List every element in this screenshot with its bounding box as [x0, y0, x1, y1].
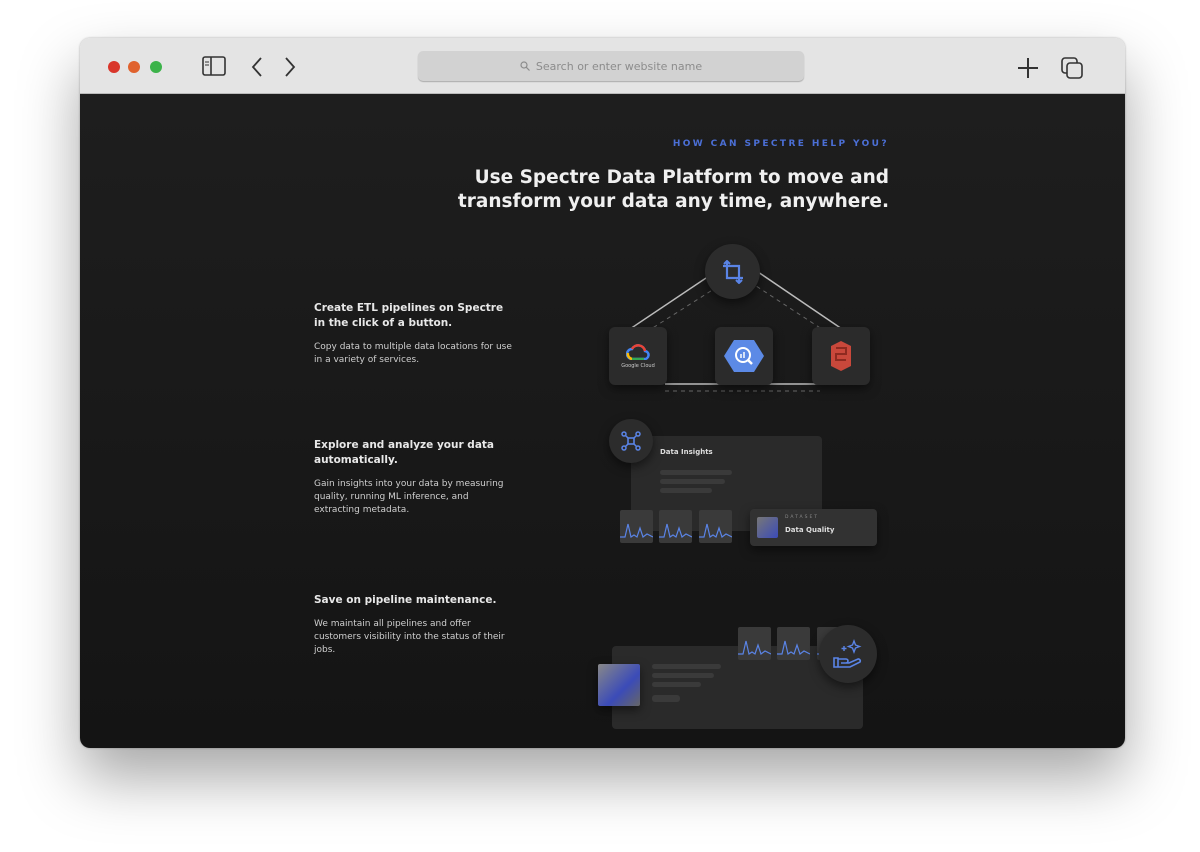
- support-node: [819, 625, 877, 683]
- bigquery-icon: [724, 340, 764, 372]
- search-icon: [520, 61, 530, 71]
- dataset-label: DATASET: [785, 515, 820, 520]
- address-bar[interactable]: Search or enter website name: [418, 51, 804, 81]
- feature-title: Create ETL pipelines on Spectre in the c…: [314, 302, 504, 329]
- sparkline-icon: [738, 640, 772, 655]
- sparkline-icon: [620, 523, 654, 538]
- back-icon[interactable]: [251, 57, 263, 77]
- transform-node: [705, 244, 760, 299]
- placeholder-line: [652, 664, 721, 669]
- aws-s3-icon: [831, 341, 851, 371]
- section-eyebrow: HOW CAN SPECTRE HELP YOU?: [672, 139, 889, 149]
- sparkline-icon: [699, 523, 733, 538]
- google-cloud-node: Google Cloud: [609, 327, 667, 385]
- feature-etl: Create ETL pipelines on Spectre in the c…: [314, 301, 514, 367]
- sparkline-icon: [659, 523, 693, 538]
- feature-explore: Explore and analyze your data automatica…: [314, 438, 514, 517]
- zoom-window-button[interactable]: [150, 61, 162, 73]
- feature-body: We maintain all pipelines and offer cust…: [314, 619, 505, 655]
- sparkline-tile: [738, 627, 772, 660]
- placeholder-line: [652, 695, 680, 702]
- sparkline-tile: [659, 510, 693, 543]
- browser-toolbar: Search or enter website name: [80, 38, 1125, 94]
- insights-node: [609, 419, 653, 463]
- sidebar-toggle-icon[interactable]: [202, 56, 226, 76]
- browser-window: Search or enter website name HOW CAN SPE…: [80, 38, 1125, 748]
- dataset-thumbnail: [757, 517, 778, 538]
- bigquery-node: [715, 327, 773, 385]
- sparkline-tile: [699, 510, 733, 543]
- minimize-window-button[interactable]: [128, 61, 140, 73]
- feature-body: Copy data to multiple data locations for…: [314, 342, 512, 365]
- placeholder-line: [652, 682, 701, 687]
- google-cloud-label: Google Cloud: [621, 362, 655, 369]
- placeholder-line: [652, 673, 714, 678]
- close-window-button[interactable]: [108, 61, 120, 73]
- sparkline-tile: [620, 510, 654, 543]
- feature-title: Explore and analyze your data automatica…: [314, 439, 495, 466]
- aws-s3-node: [812, 327, 870, 385]
- address-placeholder: Search or enter website name: [535, 59, 703, 73]
- crop-transform-icon: [722, 259, 743, 284]
- feature-title: Save on pipeline maintenance.: [314, 594, 497, 606]
- network-icon: [621, 431, 641, 451]
- new-tab-icon[interactable]: [1018, 58, 1038, 78]
- page-headline: Use Spectre Data Platform to move and tr…: [457, 167, 889, 212]
- hand-sparkle-icon: [833, 639, 862, 668]
- forward-icon[interactable]: [284, 57, 296, 77]
- dataset-card: DATASET Data Quality: [750, 509, 877, 546]
- data-insights-title: Data Insights: [660, 448, 713, 456]
- dataset-name: Data Quality: [785, 526, 835, 534]
- placeholder-line: [660, 488, 712, 493]
- sparkline-tile: [777, 627, 811, 660]
- google-cloud-icon: [626, 343, 650, 360]
- feature-maintenance: Save on pipeline maintenance. We maintain…: [314, 593, 514, 657]
- person-illustration: [598, 664, 640, 706]
- feature-body: Gain insights into your data by measurin…: [314, 479, 504, 515]
- placeholder-line: [660, 479, 725, 484]
- sparkline-icon: [777, 640, 811, 655]
- tabs-overview-icon[interactable]: [1061, 57, 1085, 79]
- placeholder-line: [660, 470, 732, 475]
- page-content: HOW CAN SPECTRE HELP YOU? Use Spectre Da…: [80, 94, 1125, 748]
